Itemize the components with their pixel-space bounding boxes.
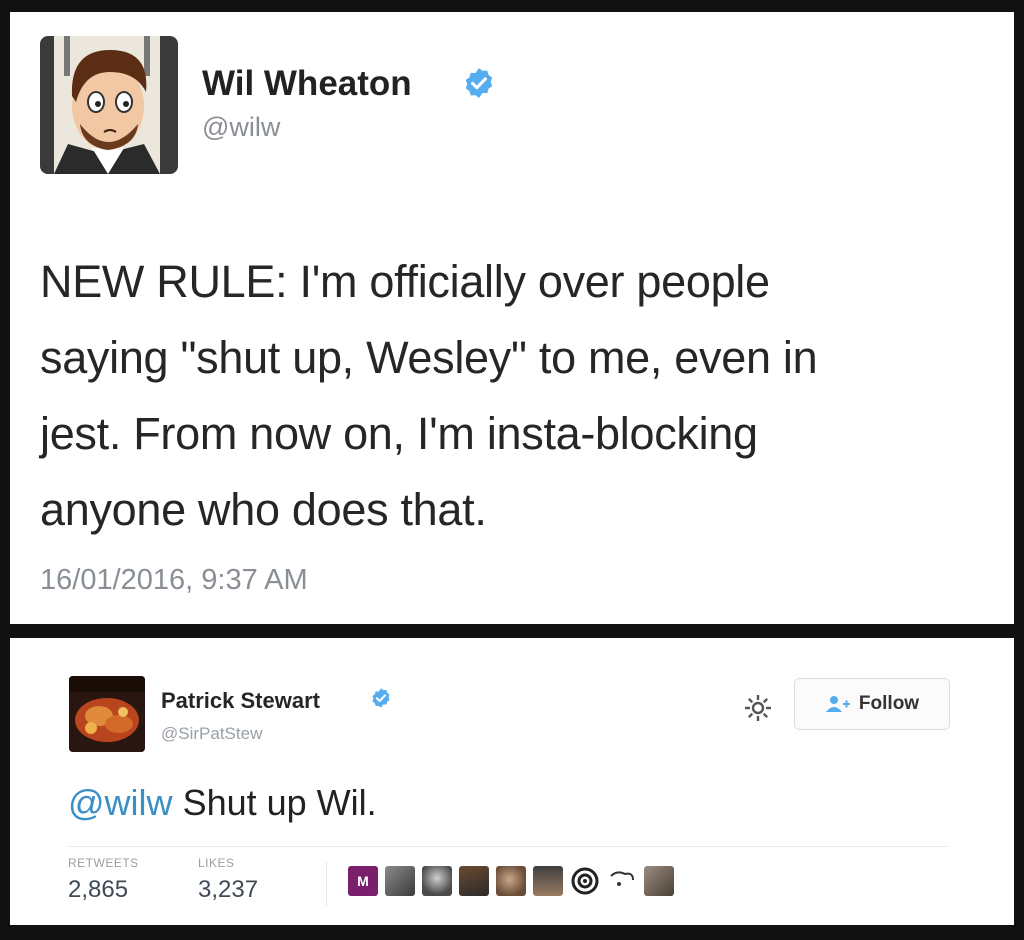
mention-link[interactable]: @wilw bbox=[68, 782, 173, 823]
avatar[interactable] bbox=[69, 676, 145, 752]
divider bbox=[326, 862, 327, 906]
follow-person-icon bbox=[825, 696, 850, 712]
tweet-text-line: NEW RULE: I'm officially over people bbox=[40, 256, 770, 307]
liker-avatars: M bbox=[348, 866, 674, 896]
verified-badge-icon bbox=[372, 688, 390, 708]
follow-button[interactable]: Follow bbox=[794, 678, 950, 730]
tweet-card-wil-wheaton: Wil Wheaton @wilw NEW RULE: I'm official… bbox=[10, 12, 1014, 624]
follow-label: Follow bbox=[858, 693, 920, 714]
tweet-text-line: saying "shut up, Wesley" to me, even in bbox=[40, 332, 818, 383]
liker-avatar[interactable]: M bbox=[348, 866, 378, 896]
author-handle[interactable]: @wilw bbox=[202, 112, 280, 143]
liker-avatar[interactable] bbox=[496, 866, 526, 896]
avatar[interactable] bbox=[40, 36, 178, 174]
sketch-icon bbox=[610, 871, 634, 886]
liker-avatar[interactable] bbox=[607, 866, 637, 896]
tweet-text-line: jest. From now on, I'm insta-blocking bbox=[40, 408, 758, 459]
retweets-stat[interactable]: RETWEETS 2,865 bbox=[68, 856, 139, 904]
tweet-text: @wilw Shut up Wil. bbox=[68, 782, 377, 824]
author-name[interactable]: Patrick Stewart bbox=[161, 688, 320, 714]
retweets-count: 2,865 bbox=[68, 876, 129, 903]
tweet-text: NEW RULE: I'm officially over people say… bbox=[40, 244, 990, 548]
liker-avatar[interactable] bbox=[570, 866, 600, 896]
liker-avatar[interactable] bbox=[459, 866, 489, 896]
likes-count: 3,237 bbox=[198, 876, 259, 903]
author-handle[interactable]: @SirPatStew bbox=[161, 724, 262, 744]
author-name[interactable]: Wil Wheaton bbox=[202, 64, 412, 104]
timestamp[interactable]: 16/01/2016, 9:37 AM bbox=[40, 564, 308, 597]
tweet-text-content: Shut up Wil. bbox=[182, 782, 377, 823]
likes-label: LIKES bbox=[198, 856, 235, 870]
retweets-label: RETWEETS bbox=[68, 856, 139, 870]
target-icon bbox=[571, 867, 599, 895]
verified-badge-icon bbox=[465, 68, 493, 98]
likes-stat[interactable]: LIKES 3,237 bbox=[198, 856, 258, 904]
tweet-text-line: anyone who does that. bbox=[40, 484, 487, 535]
divider bbox=[68, 846, 948, 847]
liker-avatar[interactable] bbox=[533, 866, 563, 896]
liker-avatar[interactable] bbox=[385, 866, 415, 896]
liker-avatar[interactable] bbox=[644, 866, 674, 896]
gear-icon[interactable] bbox=[742, 692, 774, 724]
liker-avatar[interactable] bbox=[422, 866, 452, 896]
tweet-card-patrick-stewart: Patrick Stewart @SirPatStew Follow @wilw bbox=[10, 638, 1014, 925]
